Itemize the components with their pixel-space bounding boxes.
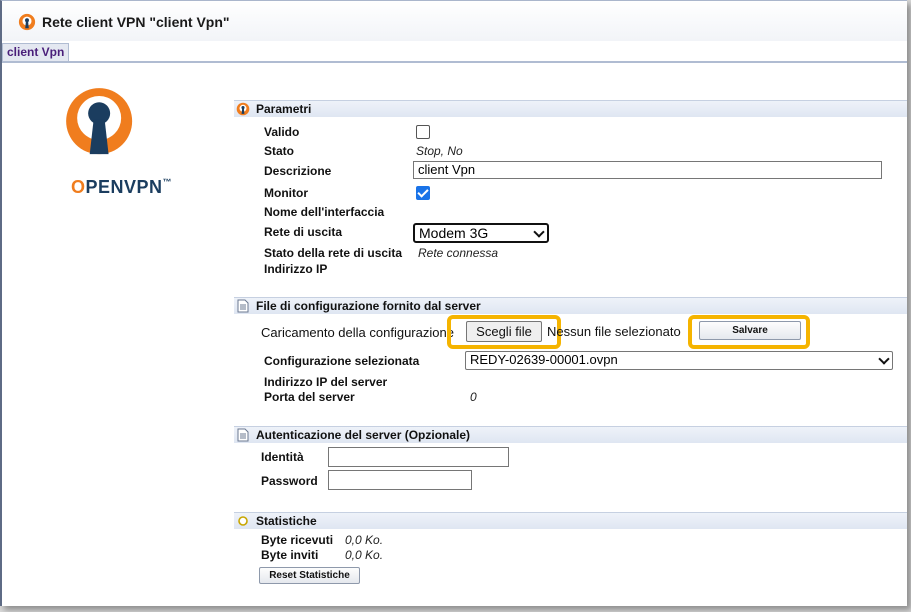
stato-rete-label: Stato della rete di uscita [264,246,403,260]
password-label: Password [261,474,318,488]
identita-label: Identità [261,450,304,464]
tab-bar: client Vpn [2,41,907,63]
porta-label: Porta del server [264,390,355,404]
monitor-label: Monitor [264,186,308,200]
title-bar: Rete client VPN "client Vpn" [2,1,907,42]
status-dot-icon [238,516,248,526]
auth-header: Autenticazione del server (Opzionale) [234,426,907,443]
config-select[interactable]: REDY-02639-00001.ovpn [465,351,893,370]
openvpn-logo [66,88,133,155]
stato-label: Stato [264,144,294,158]
stats-header: Statistiche [234,512,907,529]
tab-client-vpn[interactable]: client Vpn [2,43,70,61]
stato-rete-value: Rete connessa [418,246,499,260]
choose-file-button[interactable]: Scegli file [466,321,542,342]
ricevuti-label: Byte ricevuti [261,533,334,547]
window-title: Rete client VPN "client Vpn" [42,14,230,30]
stato-value: Stop, No [416,144,463,158]
descrizione-label: Descrizione [264,164,332,178]
document-icon [237,428,249,442]
porta-value: 0 [470,390,477,404]
interfaccia-label: Nome dell'interfaccia [264,205,385,219]
valido-label: Valido [264,125,300,139]
config-header: File di configurazione fornito dal serve… [234,297,907,314]
openvpn-icon [18,13,36,31]
rete-uscita-label: Rete di uscita [264,225,343,239]
chevron-down-icon [878,353,890,365]
chevron-down-icon [533,226,545,238]
caricamento-label: Caricamento della configurazione [261,325,454,340]
document-icon [237,299,249,313]
ricevuti-value: 0,0 Ko. [345,533,384,547]
selezionata-label: Configurazione selezionata [264,354,420,368]
reset-stats-button[interactable]: Reset Statistiche [259,567,360,584]
openvpn-small-icon [236,102,250,116]
inviti-label: Byte inviti [261,548,319,562]
inviti-value: 0,0 Ko. [345,548,384,562]
indirizzo-ip-label: Indirizzo IP [264,262,328,276]
openvpn-wordmark: OPENVPN™ [71,177,173,197]
monitor-checkbox[interactable] [416,186,430,200]
rete-uscita-select[interactable]: Modem 3G [413,223,549,243]
parametri-header: Parametri [234,100,907,117]
server-ip-label: Indirizzo IP del server [264,375,388,389]
descrizione-input[interactable] [413,161,882,179]
valido-checkbox[interactable] [416,125,430,139]
save-button[interactable]: Salvare [699,321,801,340]
identita-input[interactable] [328,447,509,467]
no-file-text: Nessun file selezionato [547,324,681,339]
password-input[interactable] [328,470,472,490]
vpn-window: Rete client VPN "client Vpn" client Vpn … [0,0,907,606]
